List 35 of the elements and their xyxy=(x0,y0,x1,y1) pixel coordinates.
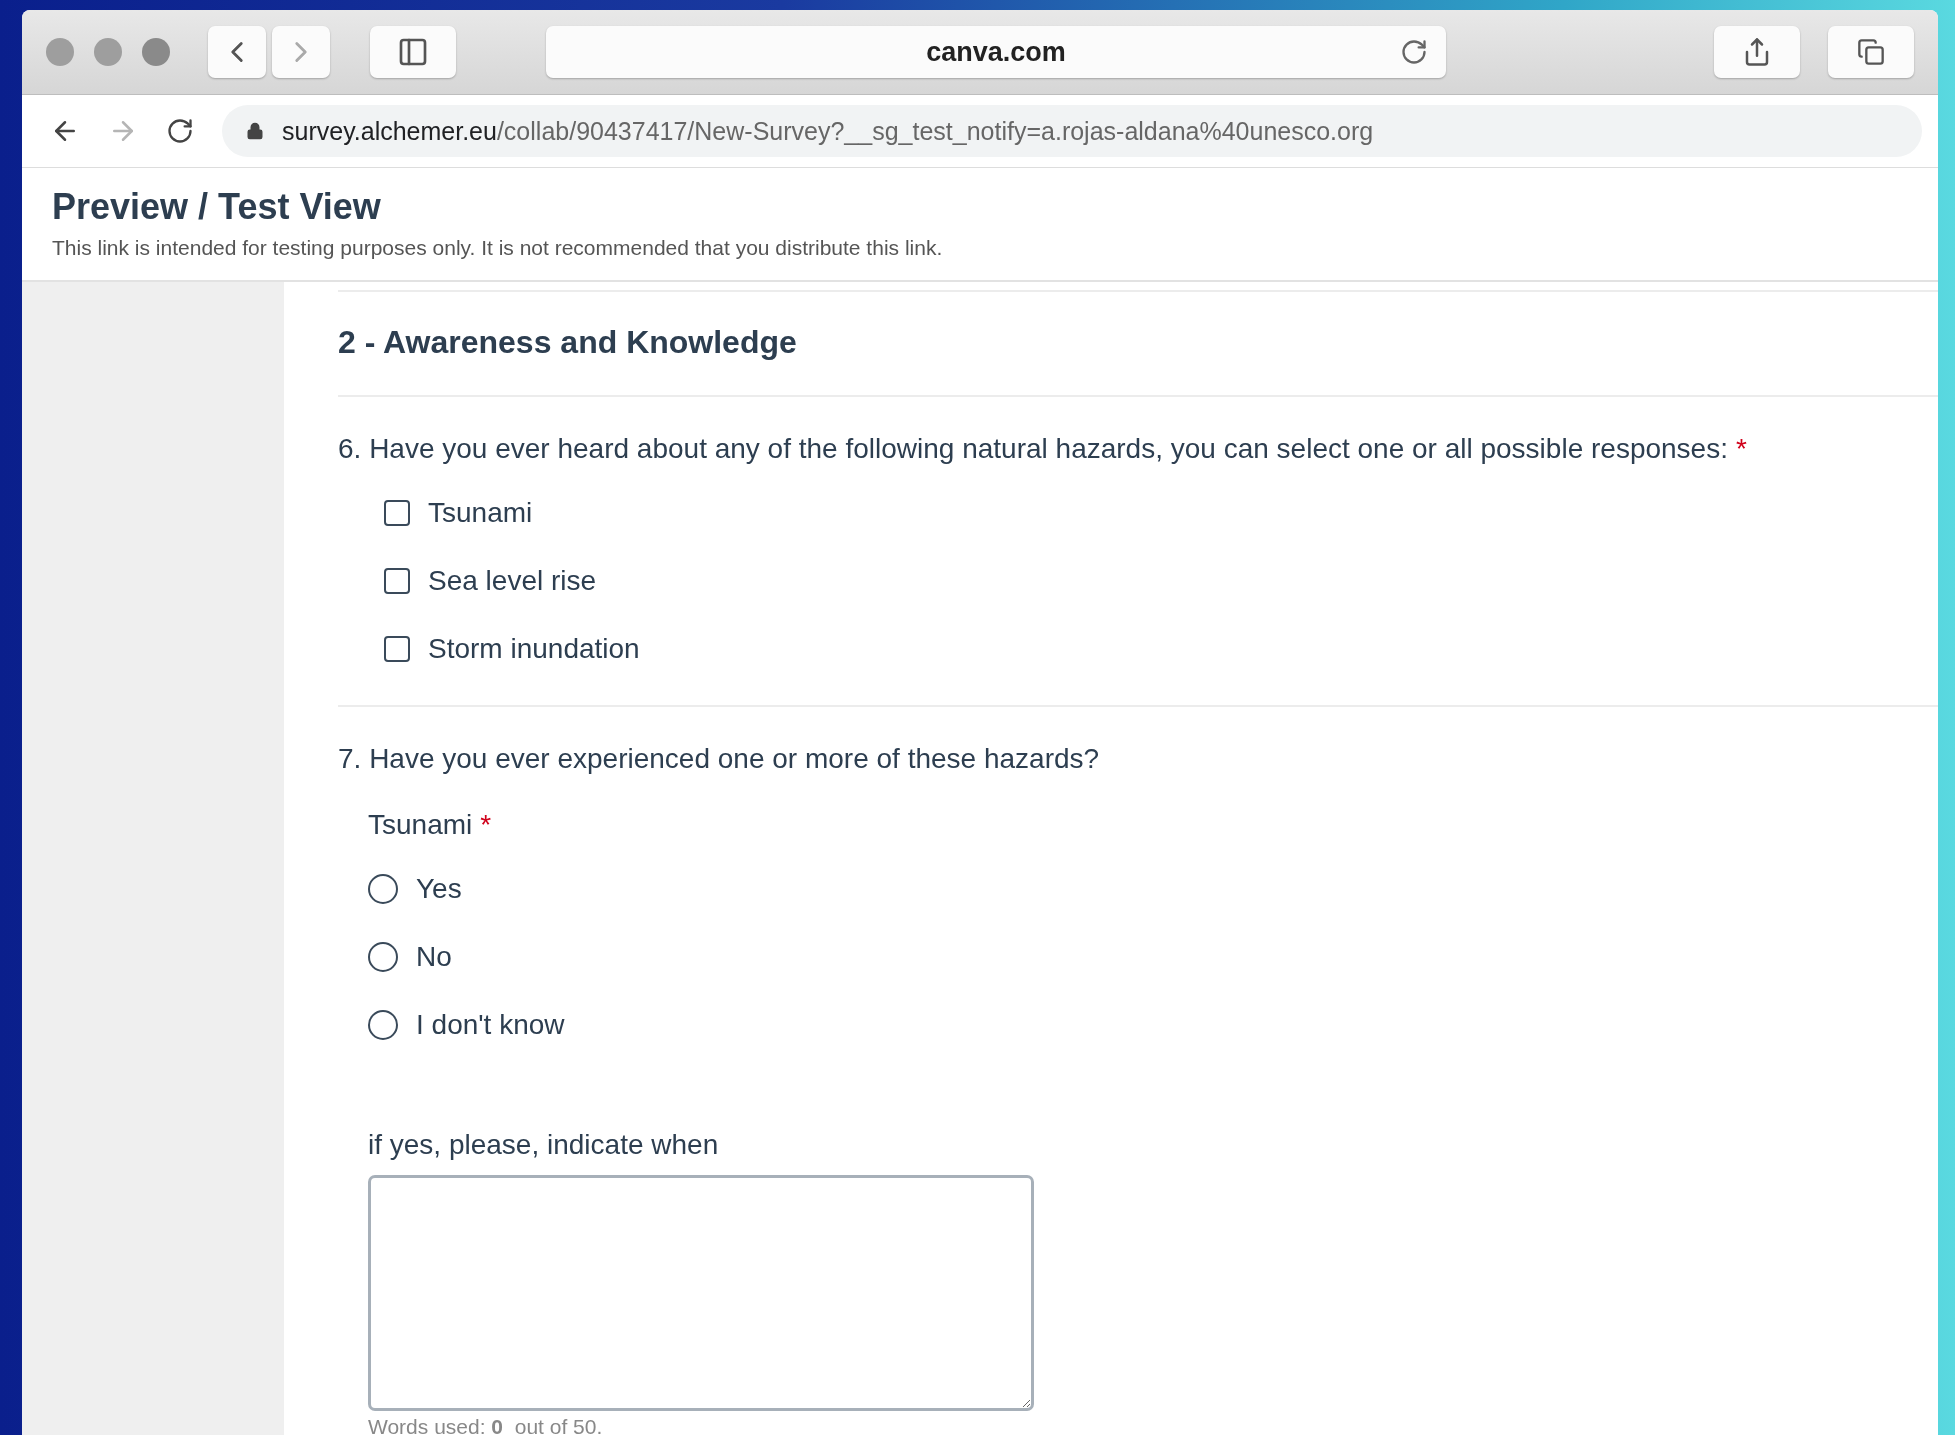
word-counter: Words used: 0 out of 50. xyxy=(368,1414,604,1435)
question-text: 6. Have you ever heard about any of the following natural hazards, you can select one or all possible responses: * xyxy=(338,432,1748,466)
zoom-button[interactable] xyxy=(142,38,170,66)
url-text: survey.alchemer.eu/collab/90437417/New-Survey?__sg_test_notify=a.rojas-aldana%40unesco.org xyxy=(282,116,1374,146)
required-mark: * xyxy=(1735,433,1747,464)
required-mark: * xyxy=(480,809,492,840)
option-label[interactable]: Tsunami xyxy=(428,497,533,529)
lock-icon xyxy=(246,122,264,140)
radio-button[interactable] xyxy=(368,1010,398,1040)
checkbox[interactable] xyxy=(384,636,410,662)
option-label[interactable]: Sea level rise xyxy=(428,565,597,597)
option-label[interactable]: Yes xyxy=(416,873,462,905)
tabs-icon xyxy=(1857,38,1885,66)
radio-button[interactable] xyxy=(368,874,398,904)
field-label: if yes, please, indicate when xyxy=(368,1128,720,1162)
checkbox[interactable] xyxy=(384,568,410,594)
address-field[interactable]: canva.com xyxy=(546,26,1446,78)
back-button[interactable] xyxy=(208,26,266,78)
url-field[interactable]: survey.alchemer.eu/collab/90437417/New-Survey?__sg_test_notify=a.rojas-aldana%40unesco.org xyxy=(222,105,1922,157)
reload-icon[interactable] xyxy=(166,117,194,145)
section-title: 2 - Awareness and Knowledge xyxy=(338,323,798,362)
reload-icon[interactable] xyxy=(1400,38,1428,66)
page-title: Preview / Test View xyxy=(52,186,382,228)
page-subtitle: This link is intended for testing purposes only. It is not recommended that you distribute this link. xyxy=(52,236,944,260)
tabs-button[interactable] xyxy=(1828,26,1914,78)
option-label[interactable]: I don't know xyxy=(416,1009,565,1041)
sidebar-icon xyxy=(397,36,429,68)
sidebar-button[interactable] xyxy=(370,26,456,78)
option-label[interactable]: Storm inundation xyxy=(428,633,640,665)
field-label: Tsunami xyxy=(368,809,473,840)
question-text: 7. Have you ever experienced one or more of these hazards? xyxy=(338,742,1101,776)
radio-button[interactable] xyxy=(368,942,398,972)
option-label[interactable]: No xyxy=(416,941,452,973)
share-button[interactable] xyxy=(1714,26,1800,78)
checkbox[interactable] xyxy=(384,500,410,526)
